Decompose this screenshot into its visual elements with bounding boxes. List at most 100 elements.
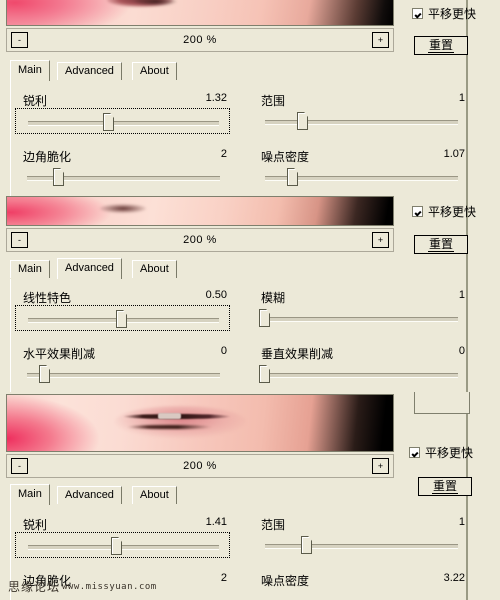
slider-blur[interactable] <box>253 305 468 331</box>
watermark-url: www.missyuan.com <box>62 582 157 592</box>
pan-faster-label: 平移更快 <box>428 205 477 219</box>
plugin-panel-3: - 200 % + Main Advanced About 锐利 1.41 范围… <box>0 392 500 600</box>
slider-thumb[interactable] <box>53 168 64 186</box>
preview-image-2[interactable] <box>6 196 394 226</box>
preview-canvas <box>7 0 393 25</box>
control-value: 0.50 <box>205 289 227 301</box>
reset-button-label: 重置 <box>431 479 458 494</box>
zoom-bar-2: - 200 % + <box>6 228 394 252</box>
tabstrip-3: Main Advanced About <box>10 484 460 505</box>
tab-advanced[interactable]: Advanced <box>57 486 122 504</box>
pan-faster-row-3[interactable]: 平移更快 <box>409 444 473 461</box>
slider-track <box>28 545 219 550</box>
slider-track <box>265 317 458 322</box>
tabstrip-1: Main Advanced About <box>10 60 460 81</box>
zoom-bar-1: - 200 % + <box>6 28 394 52</box>
control-label: 模糊 <box>261 291 286 305</box>
slider-thumb[interactable] <box>287 168 298 186</box>
control-label: 噪点密度 <box>261 574 310 588</box>
control-value: 3.22 <box>443 572 465 584</box>
watermark-forum: 思缘论坛 <box>8 580 61 594</box>
control-value: 1.32 <box>205 92 227 104</box>
slider-noise-density[interactable] <box>253 164 468 190</box>
slider-thumb[interactable] <box>116 310 127 328</box>
zoom-level-label: 200 % <box>183 34 217 46</box>
plugin-panel-1: - 200 % + Main Advanced About 锐利 1.32 范围… <box>0 0 500 196</box>
tab-about[interactable]: About <box>132 62 177 80</box>
checkbox-checked-icon[interactable] <box>409 447 420 458</box>
preview-canvas <box>7 395 393 451</box>
slider-thumb[interactable] <box>103 113 114 131</box>
control-value: 0 <box>458 345 465 357</box>
preview-image-1[interactable] <box>6 0 394 26</box>
control-label: 范围 <box>261 518 286 532</box>
slider-thumb[interactable] <box>259 309 270 327</box>
control-value: 1.07 <box>443 148 465 160</box>
control-value: 1 <box>458 92 465 104</box>
slider-thumb[interactable] <box>111 537 122 555</box>
control-value: 2 <box>220 148 227 160</box>
reset-button[interactable]: 重置 <box>414 235 468 254</box>
zoom-in-button[interactable]: + <box>372 458 389 474</box>
control-label: 水平效果削减 <box>23 347 96 361</box>
pan-faster-row-1[interactable]: 平移更快 <box>412 5 476 22</box>
slider-vertical-reduction[interactable] <box>253 361 468 387</box>
slider-sharpen[interactable] <box>15 532 230 558</box>
control-label: 垂直效果削减 <box>261 347 334 361</box>
control-value: 1.41 <box>205 516 227 528</box>
control-label: 噪点密度 <box>261 150 310 164</box>
control-value: 1 <box>458 516 465 528</box>
slider-track <box>265 544 458 549</box>
tab-advanced[interactable]: Advanced <box>57 258 122 279</box>
tab-about[interactable]: About <box>132 260 177 278</box>
panel-3-body: - 200 % + Main Advanced About 锐利 1.41 范围… <box>0 392 468 600</box>
slider-range[interactable] <box>253 108 468 134</box>
plugin-panel-2: - 200 % + Main Advanced About 线性特色 0.50 <box>0 196 500 392</box>
slider-thumb[interactable] <box>301 536 312 554</box>
control-label: 线性特色 <box>23 291 72 305</box>
control-label: 锐利 <box>23 94 48 108</box>
tab-main[interactable]: Main <box>10 60 50 81</box>
tab-advanced[interactable]: Advanced <box>57 62 122 80</box>
pan-faster-label: 平移更快 <box>425 446 474 460</box>
tab-about[interactable]: About <box>132 486 177 504</box>
pan-faster-label: 平移更快 <box>428 7 477 21</box>
control-value: 1 <box>458 289 465 301</box>
tab-main[interactable]: Main <box>10 484 50 505</box>
tab-page-2: 线性特色 0.50 模糊 1 水平效果削减 0 垂直效果削减 0 <box>10 279 465 392</box>
panel-2-body: - 200 % + Main Advanced About 线性特色 0.50 <box>0 196 468 392</box>
panel-1-body: - 200 % + Main Advanced About 锐利 1.32 范围… <box>0 0 468 196</box>
preview-image-3[interactable] <box>6 394 394 452</box>
control-value: 2 <box>220 572 227 584</box>
slider-thumb[interactable] <box>297 112 308 130</box>
zoom-level-label: 200 % <box>183 460 217 472</box>
zoom-in-button[interactable]: + <box>372 32 389 48</box>
slider-track <box>28 121 219 126</box>
slider-track <box>27 373 220 378</box>
checkbox-checked-icon[interactable] <box>412 8 423 19</box>
control-label: 锐利 <box>23 518 48 532</box>
zoom-level-label: 200 % <box>183 234 217 246</box>
control-label: 范围 <box>261 94 286 108</box>
slider-track <box>265 373 458 378</box>
cropped-extra-button[interactable]: 显示原图 <box>414 392 470 414</box>
slider-thumb[interactable] <box>39 365 50 383</box>
checkbox-checked-icon[interactable] <box>412 206 423 217</box>
preview-canvas <box>7 197 393 225</box>
pan-faster-row-2[interactable]: 平移更快 <box>412 203 476 220</box>
plugin-screenshot-stack: - 200 % + Main Advanced About 锐利 1.32 范围… <box>0 0 500 600</box>
zoom-bar-3: - 200 % + <box>6 454 394 478</box>
control-label: 边角脆化 <box>23 150 72 164</box>
slider-sharpen[interactable] <box>15 108 230 134</box>
reset-button[interactable]: 重置 <box>414 36 468 55</box>
zoom-in-button[interactable]: + <box>372 232 389 248</box>
slider-horizontal-reduction[interactable] <box>15 361 230 387</box>
slider-corner-brittle[interactable] <box>15 164 230 190</box>
slider-thumb[interactable] <box>259 365 270 383</box>
tabstrip-2: Main Advanced About <box>10 258 460 279</box>
control-value: 0 <box>220 345 227 357</box>
tab-main[interactable]: Main <box>10 260 50 278</box>
reset-button[interactable]: 重置 <box>418 477 472 496</box>
slider-range[interactable] <box>253 532 468 558</box>
slider-linear-feature[interactable] <box>15 305 230 331</box>
